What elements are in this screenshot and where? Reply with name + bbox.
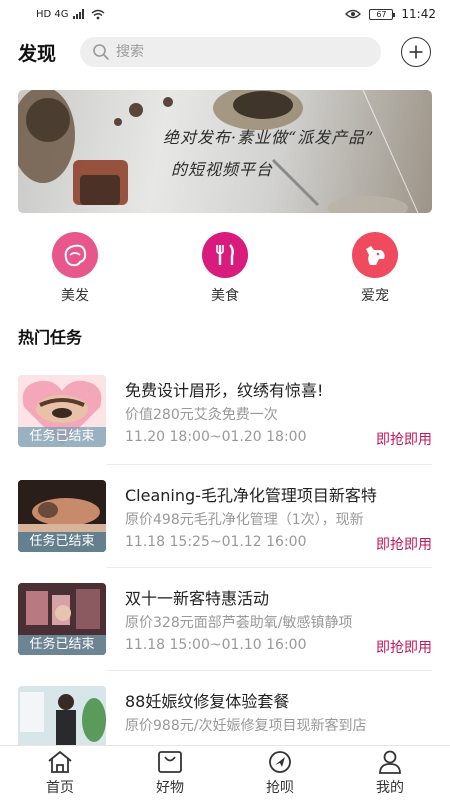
status-right: 67 11:42 [345,7,436,21]
category-hair-label: 美发 [61,288,89,304]
user-icon [379,750,401,774]
hair-icon [52,232,98,278]
top-header: 发现 [0,32,450,72]
clock-time: 11:42 [401,7,436,21]
category-pet[interactable]: 爱宠 [340,232,410,305]
search-input[interactable] [116,44,366,60]
nav-home-label: 首页 [46,780,74,796]
eye-icon [345,9,362,19]
search-bar[interactable] [80,37,381,67]
page-title: 发现 [18,42,57,65]
banner-illustration [18,90,419,213]
plus-icon [409,45,423,59]
banner-subheadline: 的短视频平台 [171,160,274,179]
task-description: 原价498元毛孔净化管理（1次），现新 [125,512,364,528]
task-description: 原价328元面部芦荟助氧/敏感镇静项 [125,615,353,631]
battery-icon: 67 [369,8,396,20]
network-status-text: HD 4G [36,8,69,20]
task-title: 88妊娠纹修复体验套餐 [125,692,290,711]
signal-icon [72,9,84,19]
nav-goods[interactable]: 好物 [130,750,210,797]
task-thumbnail: 任务已结束 [18,480,106,552]
nav-me-label: 我的 [376,780,404,796]
divider [107,464,432,465]
task-time-range: 11.18 15:25~01.12 16:00 [125,534,307,550]
divider [107,670,432,671]
task-status-badge: 任务已结束 [18,635,106,655]
pet-icon [352,232,398,278]
task-description: 价值280元艾灸免费一次 [125,407,278,423]
food-icon [202,232,248,278]
add-button[interactable] [401,37,431,67]
category-hair[interactable]: 美发 [40,232,110,305]
task-tag: 即抢即用 [376,537,432,553]
task-item[interactable]: 任务已结束 免费设计眉形，纹绣有惊喜! 价值280元艾灸免费一次 11.20 1… [18,375,432,465]
promo-banner[interactable]: 绝对发布·素业做“派发产品” 的短视频平台 [18,90,432,213]
task-item[interactable]: 任务已结束 双十一新客特惠活动 原价328元面部芦荟助氧/敏感镇静项 11.18… [18,583,432,673]
task-tag: 即抢即用 [376,640,432,656]
task-status-badge: 任务已结束 [18,532,106,552]
navigation-icon [269,751,291,773]
banner-headline: 绝对发布·素业做“派发产品” [163,128,375,147]
task-tag: 即抢即用 [376,432,432,448]
home-icon [48,751,72,773]
status-bar: HD 4G 67 11:42 [0,0,450,28]
task-title: 免费设计眉形，纹绣有惊喜! [125,381,324,400]
shopping-bag-icon [158,751,182,773]
nav-grab-label: 抢呗 [266,780,294,796]
task-time-range: 11.18 15:00~01.10 16:00 [125,637,307,653]
search-icon [93,44,109,60]
task-title: Cleaning-毛孔净化管理项目新客特 [125,486,377,505]
nav-grab[interactable]: 抢呗 [240,750,320,797]
category-pet-label: 爱宠 [361,288,389,304]
task-description: 原价988元/次妊娠修复项目现新客到店 [125,718,367,734]
task-thumbnail: 任务已结束 [18,375,106,447]
task-title: 双十一新客特惠活动 [125,589,270,608]
divider [107,567,432,568]
task-status-badge: 任务已结束 [18,427,106,447]
category-food[interactable]: 美食 [190,232,260,305]
network-indicators: HD 4G [36,9,105,20]
bottom-nav: 首页 好物 抢呗 我的 [0,745,450,800]
section-title: 热门任务 [18,328,83,347]
task-time-range: 11.20 18:00~01.20 18:00 [125,429,307,445]
nav-goods-label: 好物 [156,780,184,796]
nav-home[interactable]: 首页 [20,750,100,797]
task-item[interactable]: 任务已结束 Cleaning-毛孔净化管理项目新客特 原价498元毛孔净化管理（… [18,480,432,570]
category-food-label: 美食 [211,288,239,304]
nav-me[interactable]: 我的 [350,750,430,797]
wifi-icon [91,9,104,19]
task-thumbnail: 任务已结束 [18,583,106,655]
